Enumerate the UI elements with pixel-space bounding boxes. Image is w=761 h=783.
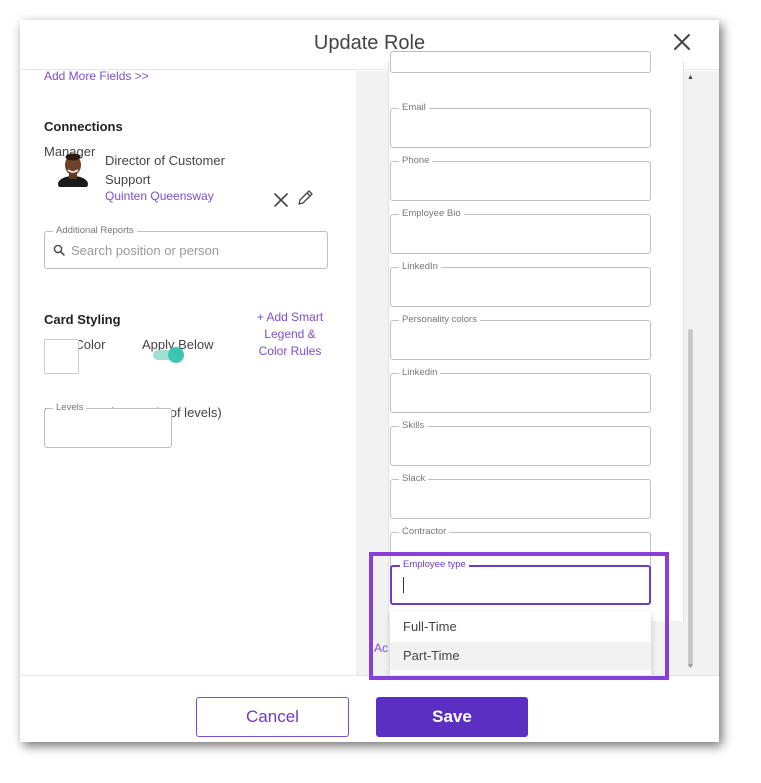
avatar [58,153,88,187]
field-linkedin-2[interactable]: Linkedin [390,367,651,413]
levels-field[interactable]: Levels [44,402,172,448]
left-pane: Add More Fields >> Connections Manager D… [20,69,356,675]
field-label: Email [399,102,429,113]
connections-heading: Connections [44,119,123,134]
role-color-swatch[interactable] [44,339,79,374]
dialog-footer: Cancel Save [20,675,719,742]
highlight-box [369,552,669,680]
additional-reports-field[interactable]: Additional Reports [44,225,328,269]
toggle-thumb [168,347,184,363]
field-top-partial[interactable] [390,51,651,73]
field-label: Linkedin [399,367,441,378]
add-smart-legend-link[interactable]: + Add Smart Legend & Color Rules [249,309,331,360]
manager-title: Director of Customer Support [105,153,225,187]
save-button[interactable]: Save [376,697,528,737]
cancel-button[interactable]: Cancel [196,697,349,737]
scroll-up-arrow-icon[interactable]: ▲ [687,74,694,81]
apply-below-toggle[interactable] [153,346,184,364]
field-linkedin[interactable]: LinkedIn [390,261,651,307]
field-slack[interactable]: Slack [390,473,651,519]
field-phone[interactable]: Phone [390,155,651,201]
card-styling-heading: Card Styling [44,312,121,327]
field-label: Skills [399,420,428,431]
field-label: Personality colors [399,314,480,325]
scroll-down-arrow-icon[interactable]: ▼ [687,663,694,670]
field-label: Contractor [399,526,450,537]
field-skills[interactable]: Skills [390,420,651,466]
field-label: Phone [399,155,433,166]
remove-manager-icon[interactable] [272,191,290,209]
field-email[interactable]: Email [390,102,651,148]
manager-name-link[interactable]: Quinten Queensway [105,189,214,203]
edit-pencil-icon[interactable] [296,189,314,207]
field-personality-colors[interactable]: Personality colors [390,314,651,360]
field-label: Employee Bio [399,208,464,219]
levels-legend: Levels [53,402,87,413]
scrollbar-thumb[interactable] [688,329,693,667]
search-input[interactable] [71,240,321,260]
close-icon[interactable] [672,32,692,52]
field-label: Slack [399,473,429,484]
search-icon [53,244,65,256]
field-employee-bio[interactable]: Employee Bio [390,208,651,254]
field-label: LinkedIn [399,261,441,272]
additional-reports-legend: Additional Reports [53,225,137,236]
add-more-fields-link[interactable]: Add More Fields >> [44,69,149,83]
update-role-dialog: Update Role Add More Fields >> Connectio… [20,20,719,742]
